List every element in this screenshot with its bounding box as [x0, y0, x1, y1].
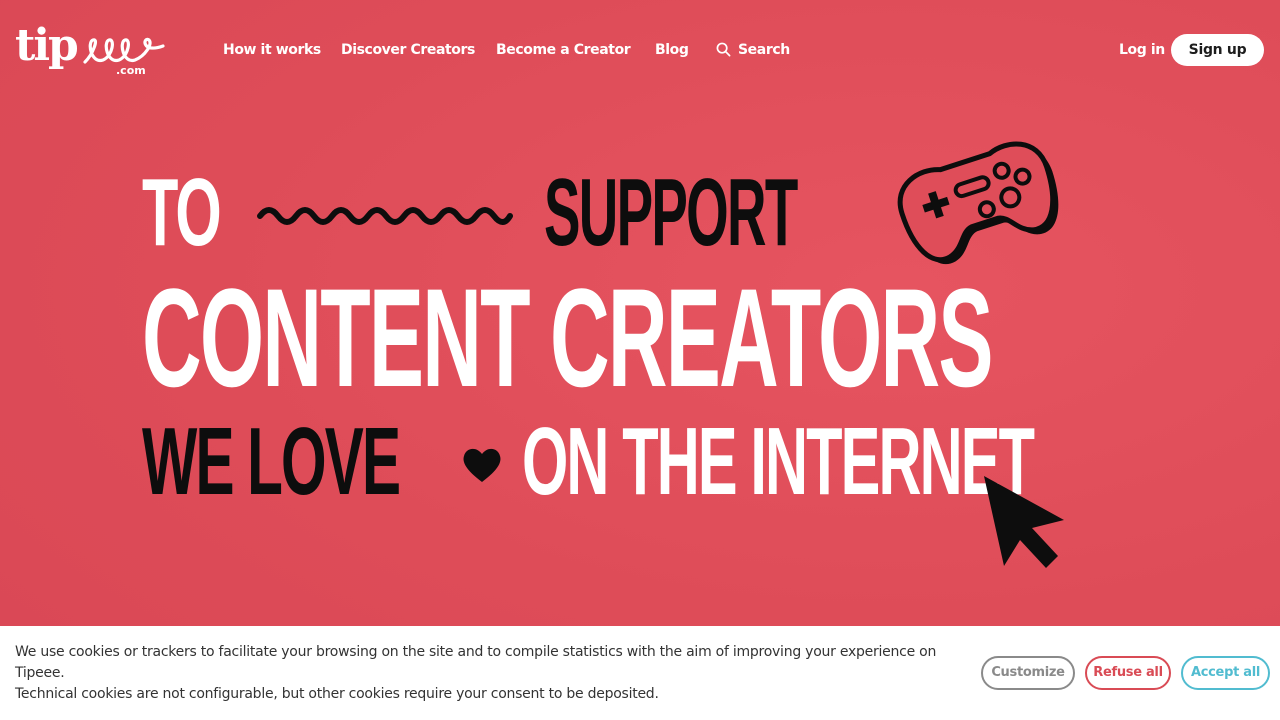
accept-all-button[interactable]: Accept all — [1181, 656, 1270, 690]
headline-to: TO — [142, 159, 222, 266]
heart-icon — [463, 448, 501, 482]
squiggle-line-icon — [257, 207, 513, 225]
search-icon — [716, 42, 731, 57]
cookie-message: We use cookies or trackers to facilitate… — [15, 642, 975, 705]
nav-blog[interactable]: Blog — [655, 38, 689, 62]
cookie-text-line2: Technical cookies are not configurable, … — [15, 686, 659, 702]
customize-button[interactable]: Customize — [981, 656, 1075, 690]
headline-content-creators: CONTENT CREATORS — [142, 259, 993, 416]
cookie-text-line1: We use cookies or trackers to facilitate… — [15, 644, 937, 681]
headline-support: SUPPORT — [544, 159, 798, 266]
nav-become-creator[interactable]: Become a Creator — [496, 38, 631, 62]
login-link[interactable]: Log in — [1119, 38, 1165, 62]
logo-wordmark: tip — [15, 20, 79, 71]
tipeee-logo[interactable]: tip .com — [15, 20, 165, 80]
signup-button[interactable]: Sign up — [1171, 34, 1264, 66]
refuse-all-button[interactable]: Refuse all — [1085, 656, 1171, 690]
logo-suffix: .com — [116, 64, 146, 77]
cookie-banner: We use cookies or trackers to facilitate… — [0, 626, 1280, 720]
nav-search[interactable]: Search — [716, 38, 790, 62]
headline-we-love: WE LOVE — [142, 408, 401, 515]
nav-search-label: Search — [738, 42, 790, 58]
nav-discover-creators[interactable]: Discover Creators — [341, 38, 475, 62]
nav-how-it-works[interactable]: How it works — [223, 38, 321, 62]
cursor-arrow-icon — [984, 476, 1064, 568]
headline-on-the-internet: ON THE INTERNET — [522, 408, 1035, 515]
